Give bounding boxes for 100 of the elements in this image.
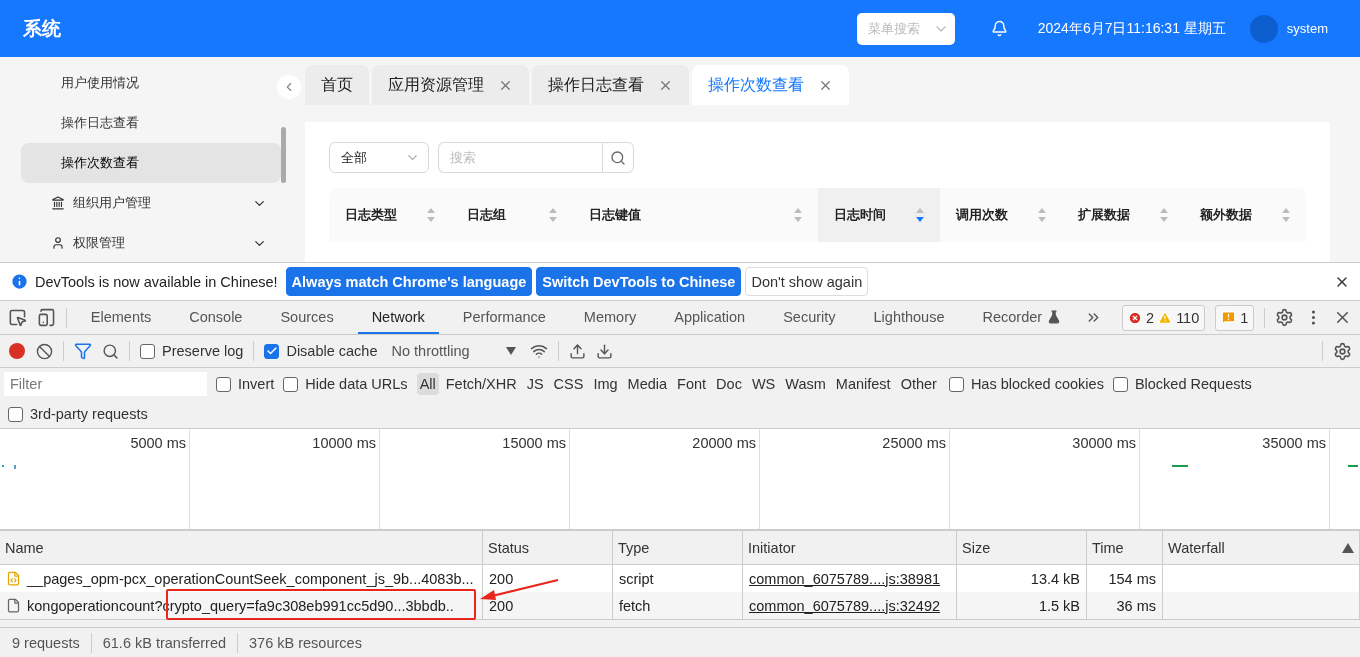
- filter-icon[interactable]: [74, 342, 92, 360]
- sort-icon[interactable]: [916, 208, 924, 222]
- sidebar-item[interactable]: 操作日志查看: [21, 103, 281, 143]
- info-message: DevTools is now available in Chinese!: [35, 273, 278, 290]
- time-tick: 10000 ms: [190, 429, 380, 529]
- type-filter[interactable]: Doc: [713, 373, 745, 395]
- sidebar-item[interactable]: 组织用户管理: [21, 183, 281, 223]
- type-filter[interactable]: Img: [590, 373, 621, 395]
- page-tab[interactable]: 首页: [305, 65, 369, 105]
- panel-tab[interactable]: Console: [175, 301, 257, 334]
- column-header[interactable]: 日志时间: [818, 188, 940, 242]
- infobar-button[interactable]: Don't show again: [745, 267, 869, 296]
- column-header[interactable]: 日志组: [451, 188, 573, 242]
- settings-icon[interactable]: [1275, 308, 1295, 327]
- column-header[interactable]: Time: [1087, 531, 1163, 564]
- device-icon[interactable]: [36, 308, 56, 327]
- status-text: 9 requests: [12, 634, 80, 651]
- column-header[interactable]: Status: [483, 531, 613, 564]
- datetime: 2024年6月7日11:16:31 星期五: [1037, 19, 1226, 38]
- checkbox[interactable]: Hide data URLs: [283, 376, 408, 392]
- search-icon: [610, 149, 626, 166]
- bell-icon[interactable]: [990, 20, 1008, 37]
- flask-icon: [1047, 309, 1062, 324]
- panel-tab[interactable]: Application: [660, 301, 760, 334]
- info-icon: [10, 272, 29, 291]
- type-filter[interactable]: Other: [897, 373, 940, 395]
- bank-icon: [51, 196, 65, 210]
- column-header[interactable]: Size: [957, 531, 1087, 564]
- check-icon: [265, 345, 278, 357]
- column-header[interactable]: 日志键值: [573, 188, 818, 242]
- type-filter[interactable]: All: [416, 373, 439, 395]
- initiator-link[interactable]: common_6075789....js:38981: [749, 570, 941, 587]
- script-file-icon: [6, 571, 21, 586]
- time-tick: 30000 ms: [950, 429, 1140, 529]
- panel-tab[interactable]: Elements: [76, 301, 166, 334]
- throttling-select[interactable]: No throttling: [387, 343, 520, 359]
- panel-tab[interactable]: Security: [769, 301, 850, 334]
- file-icon: [6, 598, 21, 613]
- checkbox[interactable]: Has blocked cookies: [948, 376, 1104, 392]
- record-icon[interactable]: [8, 342, 26, 360]
- time-tick: 20000 ms: [570, 429, 760, 529]
- checkbox[interactable]: Preserve log: [140, 343, 244, 359]
- issues-counter[interactable]: 1: [1215, 304, 1255, 331]
- wifi-icon[interactable]: [529, 342, 548, 360]
- page-tab[interactable]: 应用资源管理: [372, 65, 529, 105]
- type-filter[interactable]: Manifest: [832, 373, 894, 395]
- column-header[interactable]: Type: [613, 531, 743, 564]
- column-header[interactable]: Waterfall: [1163, 531, 1360, 564]
- inspect-icon[interactable]: [8, 308, 27, 327]
- panel-tab[interactable]: Memory: [569, 301, 651, 334]
- user-name[interactable]: system: [1286, 21, 1328, 36]
- column-header[interactable]: Name: [0, 531, 483, 564]
- column-header[interactable]: 日志类型: [329, 188, 451, 242]
- type-filter[interactable]: Media: [624, 373, 671, 395]
- infobar-button[interactable]: Switch DevTools to Chinese: [536, 267, 742, 296]
- type-filter[interactable]: Fetch/XHR: [442, 373, 520, 395]
- infobar-button[interactable]: Always match Chrome's language: [285, 267, 533, 296]
- checkbox[interactable]: 3rd-party requests: [8, 406, 148, 422]
- filter-field[interactable]: Filter: [4, 372, 207, 396]
- search-field[interactable]: 搜索: [438, 142, 602, 173]
- panel-tab[interactable]: Sources: [266, 301, 348, 334]
- status-text: 376 kB resources: [249, 634, 362, 651]
- upload-icon[interactable]: [568, 342, 586, 360]
- type-filter[interactable]: Font: [674, 373, 710, 395]
- panel-tab[interactable]: Performance: [448, 301, 560, 334]
- type-select[interactable]: 全部: [329, 142, 429, 173]
- search-icon[interactable]: [102, 342, 119, 360]
- time-tick: 15000 ms: [380, 429, 570, 529]
- panel-tab[interactable]: Lighthouse: [859, 301, 959, 334]
- user-icon: [51, 236, 65, 250]
- app-title: 系统: [23, 16, 62, 41]
- scrollbar-thumb[interactable]: [281, 127, 286, 183]
- sidebar-item[interactable]: 操作次数查看: [21, 143, 281, 183]
- type-filter[interactable]: CSS: [550, 373, 587, 395]
- type-filter[interactable]: Wasm: [782, 373, 829, 395]
- console-counter[interactable]: 2 110: [1122, 304, 1206, 331]
- column-header[interactable]: 扩展数据: [1062, 188, 1184, 242]
- initiator-link[interactable]: common_6075789....js:32492: [749, 597, 941, 614]
- dropdown-triangle-icon: [505, 347, 516, 355]
- sidebar-item[interactable]: 用户使用情况: [21, 63, 281, 103]
- clear-icon[interactable]: [36, 342, 53, 360]
- sort-icon[interactable]: [1342, 542, 1354, 553]
- type-filter[interactable]: WS: [748, 373, 779, 395]
- checkbox[interactable]: Disable cache: [264, 343, 378, 359]
- page-tab[interactable]: 操作日志查看: [532, 65, 689, 105]
- page-tab[interactable]: 操作次数查看: [692, 65, 849, 105]
- column-header[interactable]: Initiator: [743, 531, 957, 564]
- column-header[interactable]: 额外数据: [1184, 188, 1306, 242]
- checkbox[interactable]: Blocked Requests: [1112, 376, 1252, 392]
- warning-icon: [1158, 310, 1173, 325]
- column-header[interactable]: 调用次数: [940, 188, 1062, 242]
- type-filter[interactable]: JS: [523, 373, 547, 395]
- checkbox[interactable]: Invert: [216, 376, 275, 392]
- download-icon[interactable]: [595, 342, 613, 360]
- panel-tab[interactable]: Recorder: [968, 301, 1076, 334]
- status-text: 61.6 kB transferred: [102, 634, 227, 651]
- settings-icon[interactable]: [1333, 341, 1352, 361]
- sidebar-item[interactable]: 权限管理: [21, 223, 281, 262]
- issue-icon: [1221, 310, 1237, 325]
- search-button[interactable]: [602, 142, 634, 173]
